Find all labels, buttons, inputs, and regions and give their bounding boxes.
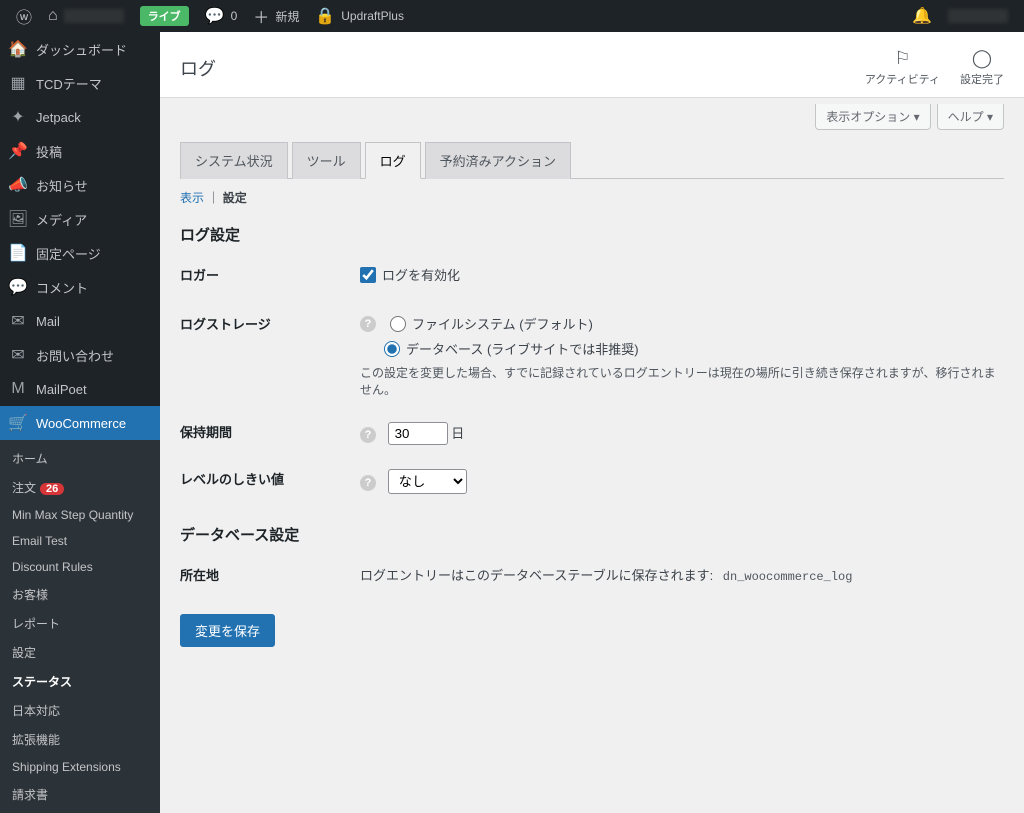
submenu-emailtest[interactable]: Email Test	[0, 528, 160, 554]
location-desc: ログエントリーはこのデータベーステーブルに保存されます:	[360, 568, 717, 583]
mail-icon: ✉	[8, 345, 28, 365]
db-settings-heading: データベース設定	[180, 524, 1004, 545]
submenu-orders[interactable]: 注文26	[0, 473, 160, 502]
submenu-customers[interactable]: お客様	[0, 580, 160, 609]
wp-logo[interactable]: ⓦ	[8, 0, 40, 32]
page-header: ログ ⚐アクティビティ ◯設定完了	[160, 32, 1024, 98]
menu-woocommerce[interactable]: 🛒WooCommerce	[0, 406, 160, 440]
menu-mailpoet[interactable]: MMailPoet	[0, 372, 160, 406]
submenu-reports[interactable]: レポート	[0, 609, 160, 638]
menu-contact[interactable]: ✉お問い合わせ	[0, 338, 160, 372]
comments-link[interactable]: 💬0	[197, 0, 246, 32]
help-button[interactable]: ヘルプ ▾	[937, 104, 1004, 130]
theme-icon: ▦	[8, 73, 28, 93]
storage-description: この設定を変更した場合、すでに記録されているログエントリーは現在の場所に引き続き…	[360, 364, 1004, 398]
logger-enable-label[interactable]: ログを有効化	[360, 265, 1004, 284]
main-content: ログ ⚐アクティビティ ◯設定完了 表示オプション ▾ ヘルプ ▾ システム状況…	[160, 32, 1024, 813]
save-button[interactable]: 変更を保存	[180, 614, 275, 647]
media-icon: 🖼	[8, 209, 28, 229]
woocommerce-submenu: ホーム 注文26 Min Max Step Quantity Email Tes…	[0, 440, 160, 813]
menu-mail[interactable]: ✉Mail	[0, 304, 160, 338]
admin-bar: ⓦ ⌂ ライブ 💬0 ＋新規 🔒UpdraftPlus 🔔	[0, 0, 1024, 32]
help-icon[interactable]: ?	[360, 316, 376, 332]
storage-database-radio[interactable]	[384, 341, 400, 357]
menu-pages[interactable]: 📄固定ページ	[0, 236, 160, 270]
subnav-separator: ｜	[207, 191, 219, 205]
activity-button[interactable]: ⚐アクティビティ	[865, 48, 940, 87]
storage-filesystem-radio[interactable]	[390, 316, 406, 332]
logger-label: ロガー	[180, 265, 360, 284]
log-settings-heading: ログ設定	[180, 224, 1004, 245]
submenu-status[interactable]: ステータス	[0, 667, 160, 696]
page-title: ログ	[180, 55, 216, 81]
menu-jetpack[interactable]: ✦Jetpack	[0, 100, 160, 134]
submenu-shipping[interactable]: Shipping Extensions	[0, 754, 160, 780]
tab-scheduled[interactable]: 予約済みアクション	[425, 142, 571, 179]
menu-dashboard[interactable]: 🏠ダッシュボード	[0, 32, 160, 66]
storage-filesystem-label: ファイルシステム (デフォルト)	[412, 314, 593, 333]
retention-input[interactable]	[388, 422, 448, 445]
logger-enable-checkbox[interactable]	[360, 267, 376, 283]
flag-icon: ⚐	[865, 48, 940, 69]
threshold-select[interactable]: なし	[388, 469, 467, 494]
comment-icon: 💬	[8, 277, 28, 297]
live-badge[interactable]: ライブ	[132, 0, 197, 32]
status-tabs: システム状況 ツール ログ 予約済みアクション	[180, 142, 1004, 179]
storage-label: ログストレージ	[180, 314, 360, 333]
megaphone-icon: 📣	[8, 175, 28, 195]
submenu-extensions[interactable]: 拡張機能	[0, 725, 160, 754]
pin-icon: 📌	[8, 141, 28, 161]
help-icon[interactable]: ?	[360, 427, 376, 443]
menu-media[interactable]: 🖼メディア	[0, 202, 160, 236]
subnav-settings[interactable]: 設定	[223, 191, 247, 205]
menu-posts[interactable]: 📌投稿	[0, 134, 160, 168]
screen-options-button[interactable]: 表示オプション ▾	[815, 104, 930, 130]
new-content[interactable]: ＋新規	[245, 0, 307, 32]
jetpack-icon: ✦	[8, 107, 28, 127]
threshold-label: レベルのしきい値	[180, 469, 360, 488]
subnav-view[interactable]: 表示	[180, 191, 204, 205]
tab-system-status[interactable]: システム状況	[180, 142, 288, 179]
help-icon[interactable]: ?	[360, 475, 376, 491]
location-label: 所在地	[180, 565, 360, 584]
submenu-japan[interactable]: 日本対応	[0, 696, 160, 725]
finish-button[interactable]: ◯設定完了	[960, 48, 1004, 87]
submenu-minmax[interactable]: Min Max Step Quantity	[0, 502, 160, 528]
menu-comments[interactable]: 💬コメント	[0, 270, 160, 304]
site-home[interactable]: ⌂	[40, 0, 132, 32]
submenu-invoice[interactable]: 請求書	[0, 780, 160, 809]
dashboard-icon: 🏠	[8, 39, 28, 59]
updraft-link[interactable]: 🔒UpdraftPlus	[307, 0, 412, 32]
admin-menu: 🏠ダッシュボード ▦TCDテーマ ✦Jetpack 📌投稿 📣お知らせ 🖼メディ…	[0, 32, 160, 813]
menu-news[interactable]: 📣お知らせ	[0, 168, 160, 202]
menu-tcd[interactable]: ▦TCDテーマ	[0, 66, 160, 100]
log-subnav: 表示 ｜ 設定	[180, 189, 1004, 206]
notifications-icon[interactable]: 🔔	[904, 0, 940, 32]
mail-icon: ✉	[8, 311, 28, 331]
submenu-home[interactable]: ホーム	[0, 444, 160, 473]
retention-unit: 日	[451, 426, 464, 441]
submenu-settings[interactable]: 設定	[0, 638, 160, 667]
woocommerce-icon: 🛒	[8, 413, 28, 433]
mailpoet-icon: M	[8, 379, 28, 399]
submenu-discount[interactable]: Discount Rules	[0, 554, 160, 580]
user-account[interactable]	[940, 0, 1016, 32]
retention-label: 保持期間	[180, 422, 360, 441]
circle-icon: ◯	[960, 48, 1004, 69]
tab-logs[interactable]: ログ	[365, 142, 421, 179]
tab-tools[interactable]: ツール	[292, 142, 361, 179]
storage-database-label: データベース (ライブサイトでは非推奨)	[406, 339, 639, 358]
page-icon: 📄	[8, 243, 28, 263]
location-table-name: dn_woocommerce_log	[717, 568, 859, 586]
